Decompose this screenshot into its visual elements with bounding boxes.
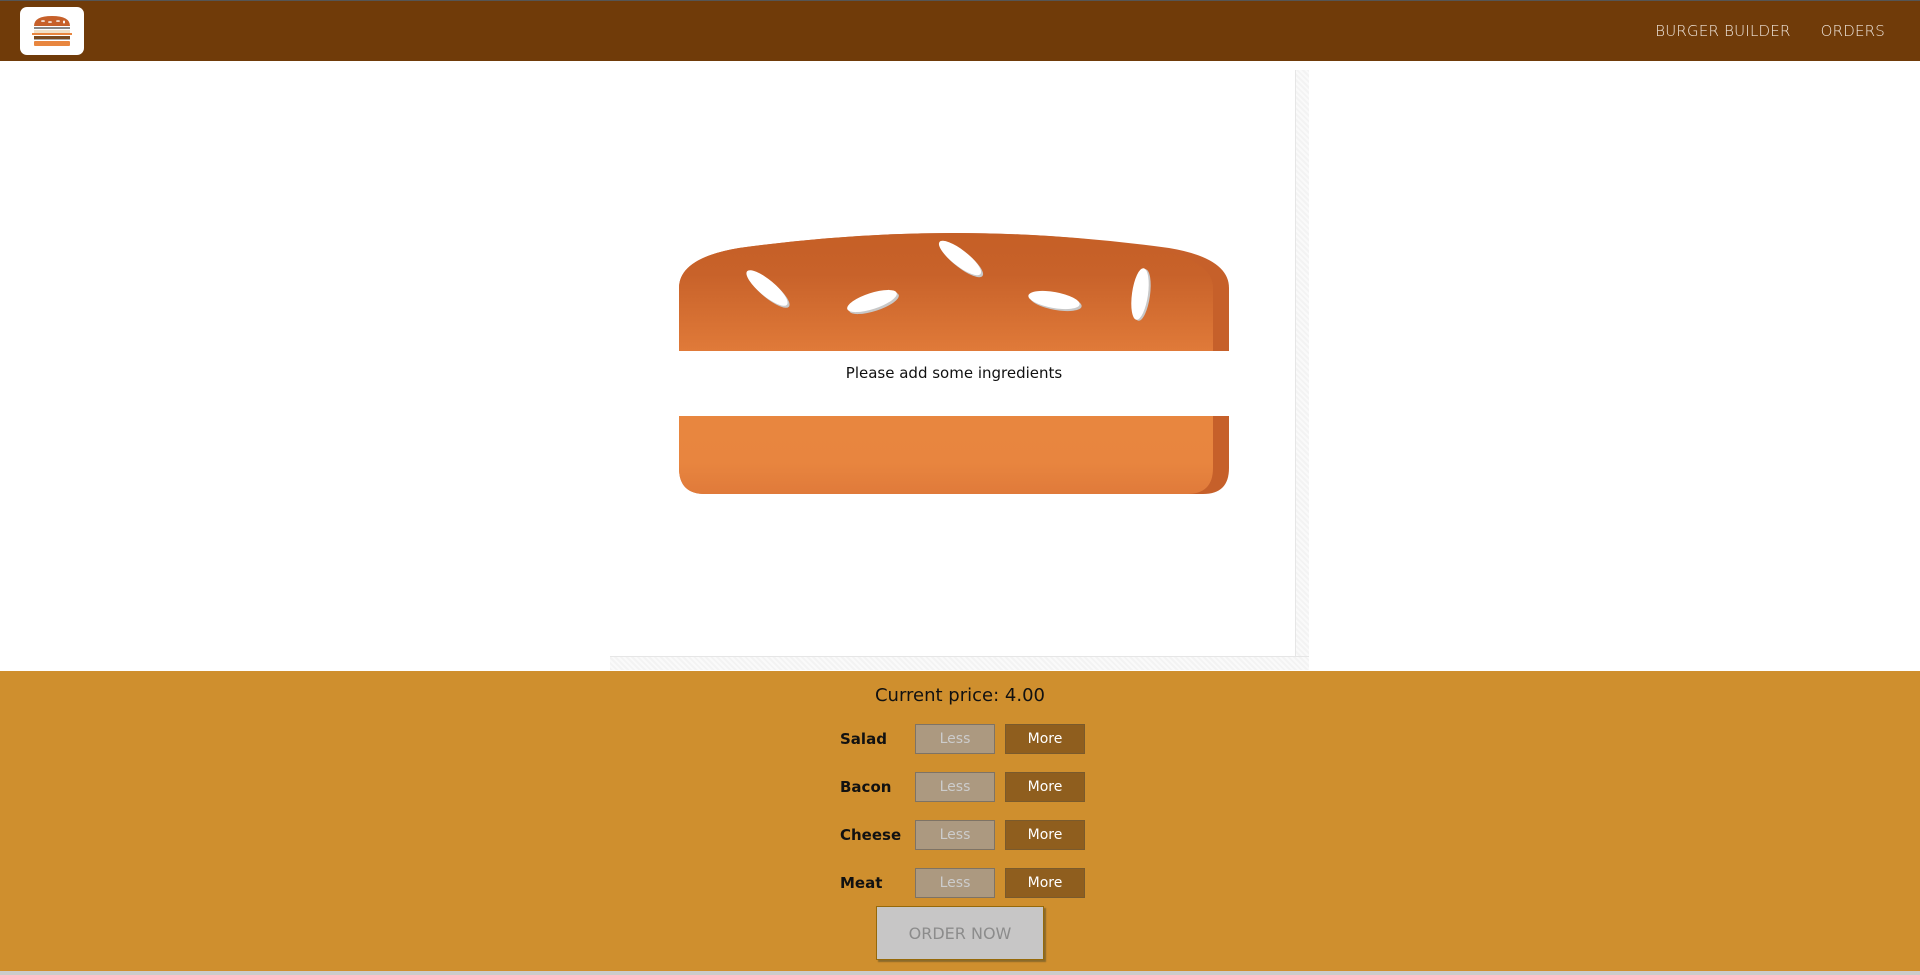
bread-bottom [679, 416, 1229, 494]
more-bacon-button[interactable]: More [1005, 772, 1085, 802]
ingredient-label: Salad [840, 730, 887, 748]
main-nav: BURGER BUILDER ORDERS [1625, 1, 1900, 61]
price-label: Current price: [874, 685, 1000, 706]
build-control-salad: Salad Less More [840, 724, 1090, 754]
nav-orders[interactable]: ORDERS [1821, 22, 1885, 40]
ingredient-label: Bacon [840, 778, 892, 796]
bread-top [679, 233, 1229, 351]
nav-burger-builder[interactable]: BURGER BUILDER [1655, 22, 1790, 40]
less-meat-button[interactable]: Less [915, 868, 995, 898]
price-value: 4.00 [1004, 685, 1045, 706]
logo[interactable] [20, 7, 84, 55]
order-now-button[interactable]: ORDER NOW [876, 906, 1044, 960]
page-bottom-edge [0, 971, 1920, 975]
ingredient-label: Cheese [840, 826, 902, 844]
current-price: Current price: 4.00 [0, 685, 1920, 706]
less-cheese-button[interactable]: Less [915, 820, 995, 850]
burger-preview-bottom-edge [610, 656, 1309, 670]
empty-burger-message: Please add some ingredients [845, 364, 1063, 382]
more-meat-button[interactable]: More [1005, 868, 1085, 898]
more-salad-button[interactable]: More [1005, 724, 1085, 754]
less-salad-button[interactable]: Less [915, 724, 995, 754]
ingredient-label: Meat [840, 874, 883, 892]
burger-logo-icon [32, 16, 72, 46]
build-control-cheese: Cheese Less More [840, 820, 1090, 850]
build-controls: Current price: 4.00 Salad Less More Baco… [0, 671, 1920, 971]
less-bacon-button[interactable]: Less [915, 772, 995, 802]
build-control-meat: Meat Less More [840, 868, 1090, 898]
toolbar: BURGER BUILDER ORDERS [0, 0, 1920, 61]
more-cheese-button[interactable]: More [1005, 820, 1085, 850]
burger-preview-scroll-edge [1295, 70, 1309, 670]
build-control-bacon: Bacon Less More [840, 772, 1090, 802]
